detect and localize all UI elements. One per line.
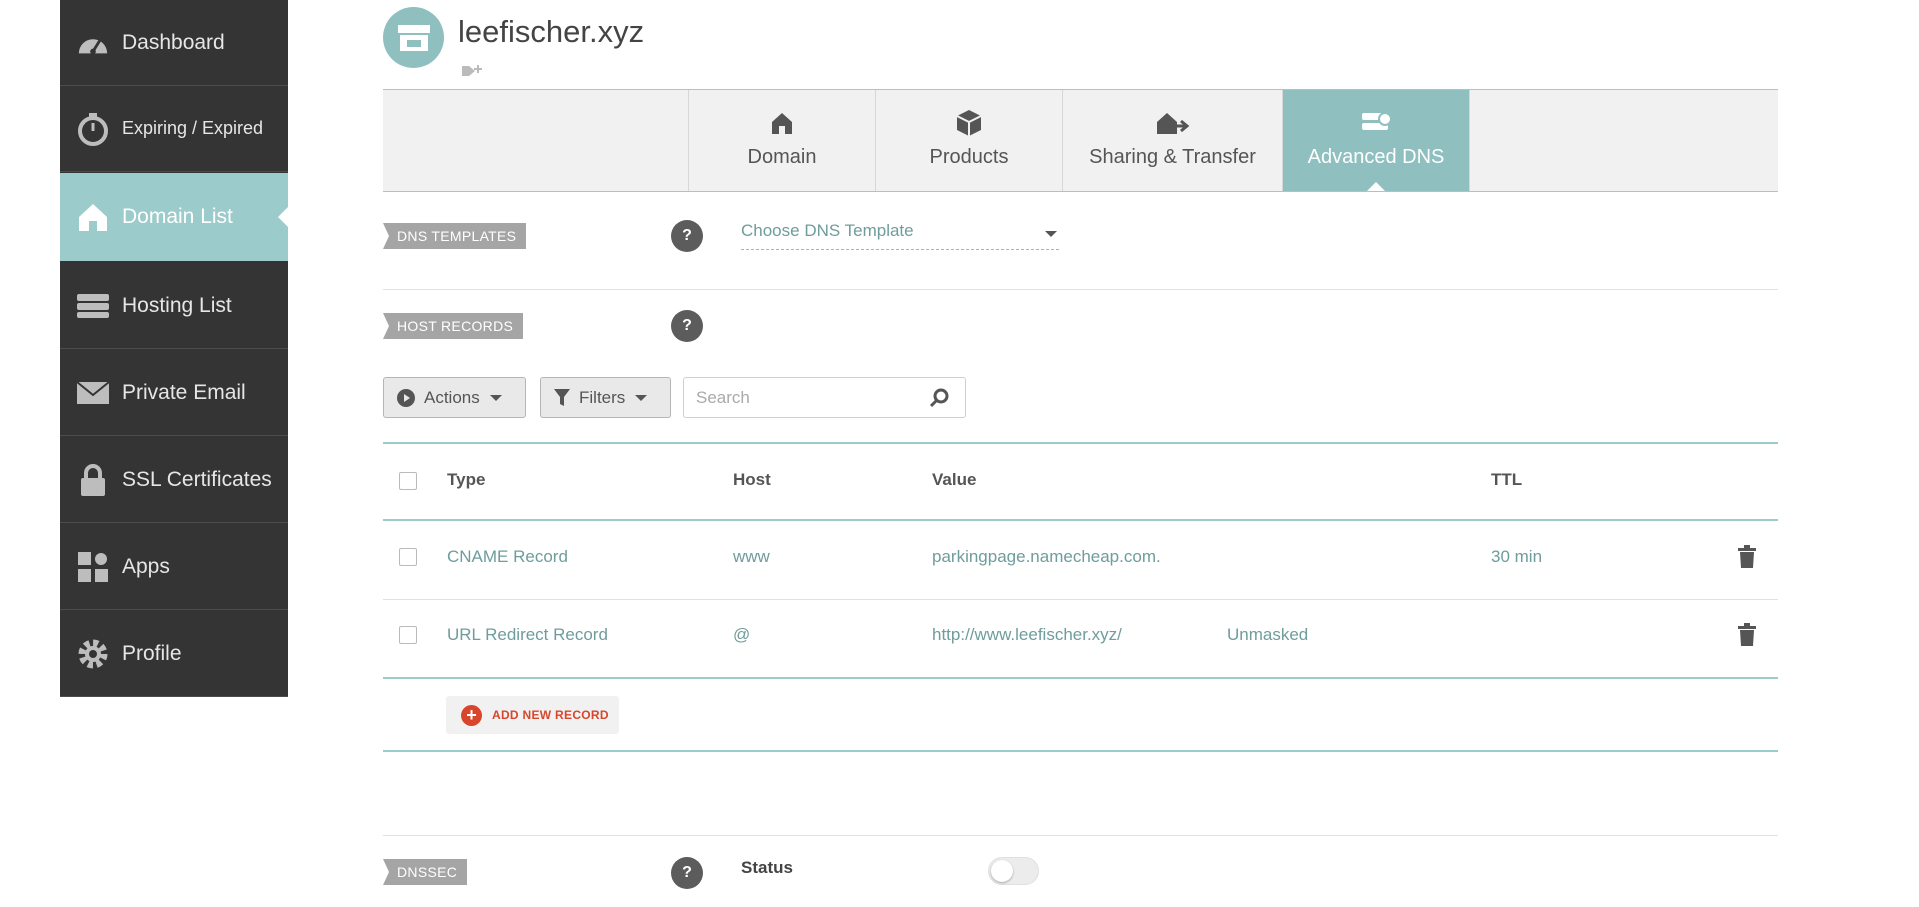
sidebar-item-label: Expiring / Expired — [122, 118, 264, 138]
sidebar-item-label: Domain List — [122, 205, 233, 228]
toggle-knob — [991, 860, 1013, 882]
home-icon — [771, 108, 793, 138]
page-title: leefischer.xyz — [458, 14, 645, 49]
divider — [383, 835, 1778, 836]
dns-templates-help-icon[interactable]: ? — [671, 220, 703, 252]
tab-divider — [1469, 90, 1470, 191]
section-bottom-border — [383, 750, 1778, 752]
record-value[interactable]: http://www.leefischer.xyz/ — [932, 625, 1122, 645]
apps-grid-icon — [76, 550, 110, 584]
transfer-icon — [1156, 108, 1190, 138]
box-icon — [956, 108, 982, 138]
sidebar-item-apps[interactable]: Apps — [60, 524, 288, 610]
dns-template-select[interactable]: Choose DNS Template — [741, 221, 1059, 250]
dns-template-select-value: Choose DNS Template — [741, 221, 914, 240]
filter-icon — [553, 388, 571, 408]
lock-icon — [76, 463, 110, 497]
divider — [383, 289, 1778, 290]
sidebar-item-expiring[interactable]: Expiring / Expired — [60, 86, 288, 172]
trash-icon[interactable] — [1738, 623, 1756, 652]
record-host[interactable]: www — [733, 547, 770, 567]
sidebar-item-profile[interactable]: Profile — [60, 611, 288, 697]
column-header-ttl: TTL — [1491, 470, 1523, 489]
record-type[interactable]: CNAME Record — [447, 547, 568, 567]
tab-bar: Domain Products Sharing & Transfer Advan… — [383, 89, 1778, 192]
add-new-record-button[interactable]: + ADD NEW RECORD — [446, 696, 619, 734]
gear-icon — [76, 637, 110, 671]
host-records-help-icon[interactable]: ? — [671, 310, 703, 342]
divider — [383, 599, 1778, 600]
sidebar: Dashboard Expiring / Expired Domain List… — [60, 0, 288, 697]
tab-label: Sharing & Transfer — [1089, 146, 1256, 168]
chevron-down-icon — [1045, 231, 1057, 237]
column-header-value: Value — [932, 470, 977, 489]
table-header-border — [383, 519, 1778, 521]
column-header-host: Host — [733, 470, 771, 489]
tab-label: Products — [929, 146, 1009, 168]
sidebar-item-label: Dashboard — [122, 30, 225, 54]
tab-label: Domain — [747, 146, 817, 168]
dnssec-help-icon[interactable]: ? — [671, 857, 703, 889]
tab-advanced-dns[interactable]: Advanced DNS — [1282, 90, 1469, 191]
row-checkbox[interactable] — [399, 548, 417, 566]
sidebar-item-label: Private Email — [122, 380, 246, 404]
sidebar-item-dashboard[interactable]: Dashboard — [60, 0, 288, 86]
search-icon[interactable] — [929, 388, 949, 413]
sidebar-item-ssl-certificates[interactable]: SSL Certificates — [60, 437, 288, 523]
actions-button[interactable]: Actions — [383, 377, 526, 418]
stopwatch-icon — [76, 112, 110, 146]
tab-label: Advanced DNS — [1307, 146, 1445, 168]
speedometer-icon — [76, 26, 110, 60]
home-icon — [76, 200, 110, 234]
host-records-label: HOST RECORDS — [383, 313, 524, 339]
search-input[interactable] — [694, 378, 918, 417]
chevron-down-icon — [489, 394, 502, 401]
sidebar-item-label: SSL Certificates — [122, 467, 272, 491]
select-all-checkbox[interactable] — [399, 472, 417, 490]
tab-domain[interactable]: Domain — [688, 90, 875, 191]
actions-label: Actions — [424, 387, 480, 407]
filters-button[interactable]: Filters — [540, 377, 671, 418]
table-top-border — [383, 442, 1778, 444]
sidebar-item-label: Apps — [122, 554, 170, 578]
sidebar-item-label: Hosting List — [122, 293, 232, 317]
sidebar-item-private-email[interactable]: Private Email — [60, 350, 288, 436]
filters-label: Filters — [579, 387, 626, 407]
dns-templates-label: DNS TEMPLATES — [383, 223, 527, 249]
dnssec-status-label: Status — [741, 858, 793, 877]
record-ttl[interactable]: 30 min — [1491, 547, 1542, 567]
table-bottom-border — [383, 677, 1778, 679]
record-value[interactable]: parkingpage.namecheap.com. — [932, 547, 1161, 567]
sidebar-item-domain-list[interactable]: Domain List — [60, 173, 288, 261]
trash-icon[interactable] — [1738, 545, 1756, 574]
add-tag-icon[interactable] — [461, 63, 483, 82]
sidebar-item-hosting-list[interactable]: Hosting List — [60, 263, 288, 349]
search-box — [683, 377, 966, 418]
dns-icon — [1361, 108, 1391, 138]
sidebar-item-label: Profile — [122, 641, 182, 665]
row-checkbox[interactable] — [399, 626, 417, 644]
play-icon — [396, 388, 416, 408]
record-masking[interactable]: Unmasked — [1227, 625, 1308, 645]
column-header-type: Type — [447, 470, 486, 489]
envelope-icon — [76, 376, 110, 410]
plus-icon: + — [461, 704, 482, 726]
tab-sharing-transfer[interactable]: Sharing & Transfer — [1062, 90, 1282, 191]
dnssec-label: DNSSEC — [383, 859, 468, 885]
dnssec-toggle[interactable] — [988, 857, 1039, 885]
server-icon — [76, 289, 110, 323]
chevron-down-icon — [635, 394, 648, 401]
record-host[interactable]: @ — [733, 625, 750, 645]
add-new-record-label: ADD NEW RECORD — [492, 708, 609, 722]
record-type[interactable]: URL Redirect Record — [447, 625, 608, 645]
tab-products[interactable]: Products — [875, 90, 1062, 191]
store-icon — [383, 7, 444, 68]
